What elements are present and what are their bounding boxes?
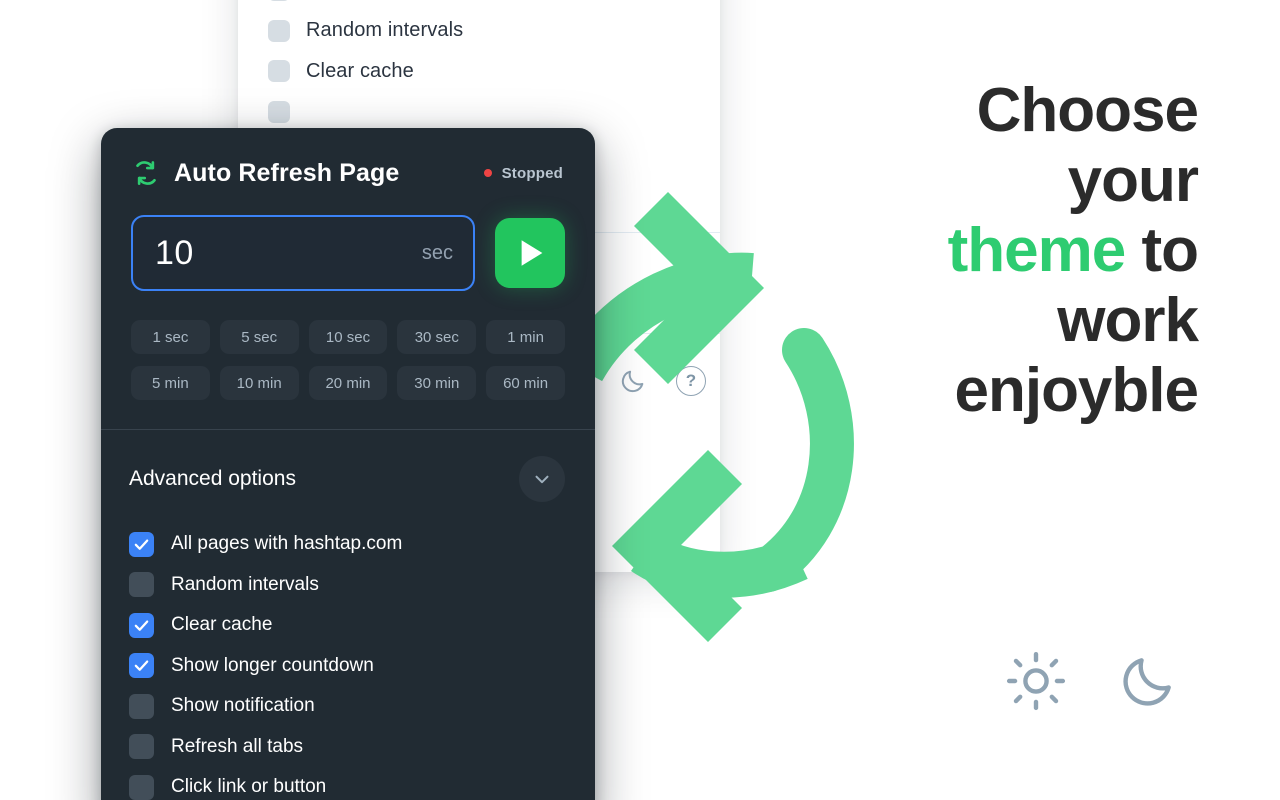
option-label: Show longer countdown — [171, 654, 374, 676]
preset-button-10sec[interactable]: 10 sec — [308, 320, 388, 354]
option-label: Show notification — [171, 695, 315, 717]
headline-line-4: work — [1057, 286, 1199, 355]
option-refresh-all-tabs[interactable]: Refresh all tabs — [101, 727, 595, 768]
headline-accent-word: theme — [947, 216, 1127, 285]
popup-header: Auto Refresh Page Stopped — [101, 128, 595, 188]
checkbox-unchecked-icon[interactable] — [129, 572, 154, 598]
checkbox-unchecked-icon[interactable] — [129, 774, 154, 800]
start-button[interactable] — [495, 218, 565, 288]
auto-refresh-popup-dark: Auto Refresh Page Stopped 10 sec 1 sec 5… — [101, 128, 595, 800]
list-item[interactable]: All pages with hashtap.com — [238, 0, 720, 11]
advanced-options-list: All pages with hashtap.com Random interv… — [101, 502, 595, 800]
list-item-partial[interactable] — [238, 92, 720, 133]
sun-icon[interactable] — [1005, 650, 1067, 717]
checkbox-unchecked-icon[interactable] — [129, 693, 154, 719]
checkbox-unchecked-icon[interactable] — [129, 734, 154, 760]
moon-icon[interactable] — [1117, 650, 1179, 717]
status-badge: Stopped — [483, 164, 563, 182]
status-dot-icon — [483, 169, 492, 177]
option-label: Click link or button — [171, 776, 327, 798]
option-click-link-or-button[interactable]: Click link or button — [101, 767, 595, 800]
checkbox-unchecked-icon[interactable] — [268, 100, 290, 123]
checkbox-unchecked-icon[interactable] — [268, 60, 290, 83]
checkbox-checked-icon[interactable] — [129, 612, 154, 638]
headline-line-3-rest: to — [1125, 216, 1199, 285]
preset-button-20min[interactable]: 20 min — [308, 366, 388, 400]
chevron-down-icon — [535, 475, 549, 484]
option-random-intervals[interactable]: Random intervals — [101, 565, 595, 606]
preset-button-1min[interactable]: 1 min — [486, 320, 565, 354]
preset-button-5min[interactable]: 5 min — [131, 366, 210, 400]
option-show-longer-countdown[interactable]: Show longer countdown — [101, 646, 595, 687]
headline-line-3: theme to — [778, 216, 1199, 286]
marketing-headline: Choose your theme to work enjoyble — [778, 76, 1199, 426]
preset-button-30min[interactable]: 30 min — [397, 366, 477, 400]
advanced-options-title: Advanced options — [129, 467, 296, 490]
play-icon — [521, 240, 543, 266]
list-item[interactable]: Clear cache — [238, 51, 720, 92]
option-show-notification[interactable]: Show notification — [101, 686, 595, 727]
preset-button-10min[interactable]: 10 min — [219, 366, 299, 400]
option-label: All pages with hashtap.com — [171, 533, 403, 555]
help-icon[interactable]: ? — [676, 366, 706, 396]
preset-button-5sec[interactable]: 5 sec — [219, 320, 299, 354]
status-label: Stopped — [501, 164, 563, 182]
interval-input[interactable]: 10 sec — [131, 215, 475, 291]
list-item-label: All pages with hashtap.com — [306, 0, 552, 2]
refresh-logo-icon — [131, 158, 161, 188]
interval-input-unit: sec — [421, 241, 453, 264]
list-item-label: Random intervals — [306, 19, 464, 42]
checkbox-unchecked-icon[interactable] — [268, 19, 290, 42]
advanced-options-toggle[interactable] — [519, 456, 565, 502]
option-label: Refresh all tabs — [171, 735, 304, 757]
preset-interval-buttons: 1 sec 5 sec 10 sec 30 sec 1 min 5 min 10… — [101, 291, 595, 400]
interval-input-value[interactable]: 10 — [155, 234, 194, 273]
preset-button-1sec[interactable]: 1 sec — [131, 320, 210, 354]
option-label: Clear cache — [171, 614, 273, 636]
headline-line-5: enjoyble — [954, 356, 1199, 425]
option-all-pages-with-hashtap[interactable]: All pages with hashtap.com — [101, 524, 595, 565]
headline-line-1: Choose — [976, 76, 1199, 145]
advanced-options-header: Advanced options — [101, 430, 595, 502]
checkbox-checked-icon[interactable] — [129, 531, 154, 557]
light-panel-option-list: All pages with hashtap.com Random interv… — [238, 0, 720, 132]
theme-toggle-group — [1005, 650, 1179, 717]
option-label: Random intervals — [171, 573, 319, 595]
headline-line-2: your — [1067, 146, 1199, 215]
list-item-label: Clear cache — [306, 59, 414, 82]
checkbox-checked-icon[interactable] — [129, 653, 154, 679]
moon-icon[interactable] — [616, 364, 650, 398]
interval-controls: 10 sec — [101, 188, 595, 291]
option-clear-cache[interactable]: Clear cache — [101, 605, 595, 646]
list-item[interactable]: Random intervals — [238, 11, 720, 52]
preset-button-30sec[interactable]: 30 sec — [397, 320, 477, 354]
page-title: Auto Refresh Page — [174, 158, 400, 187]
checkbox-unchecked-icon[interactable] — [268, 0, 290, 2]
preset-button-60min[interactable]: 60 min — [486, 366, 565, 400]
